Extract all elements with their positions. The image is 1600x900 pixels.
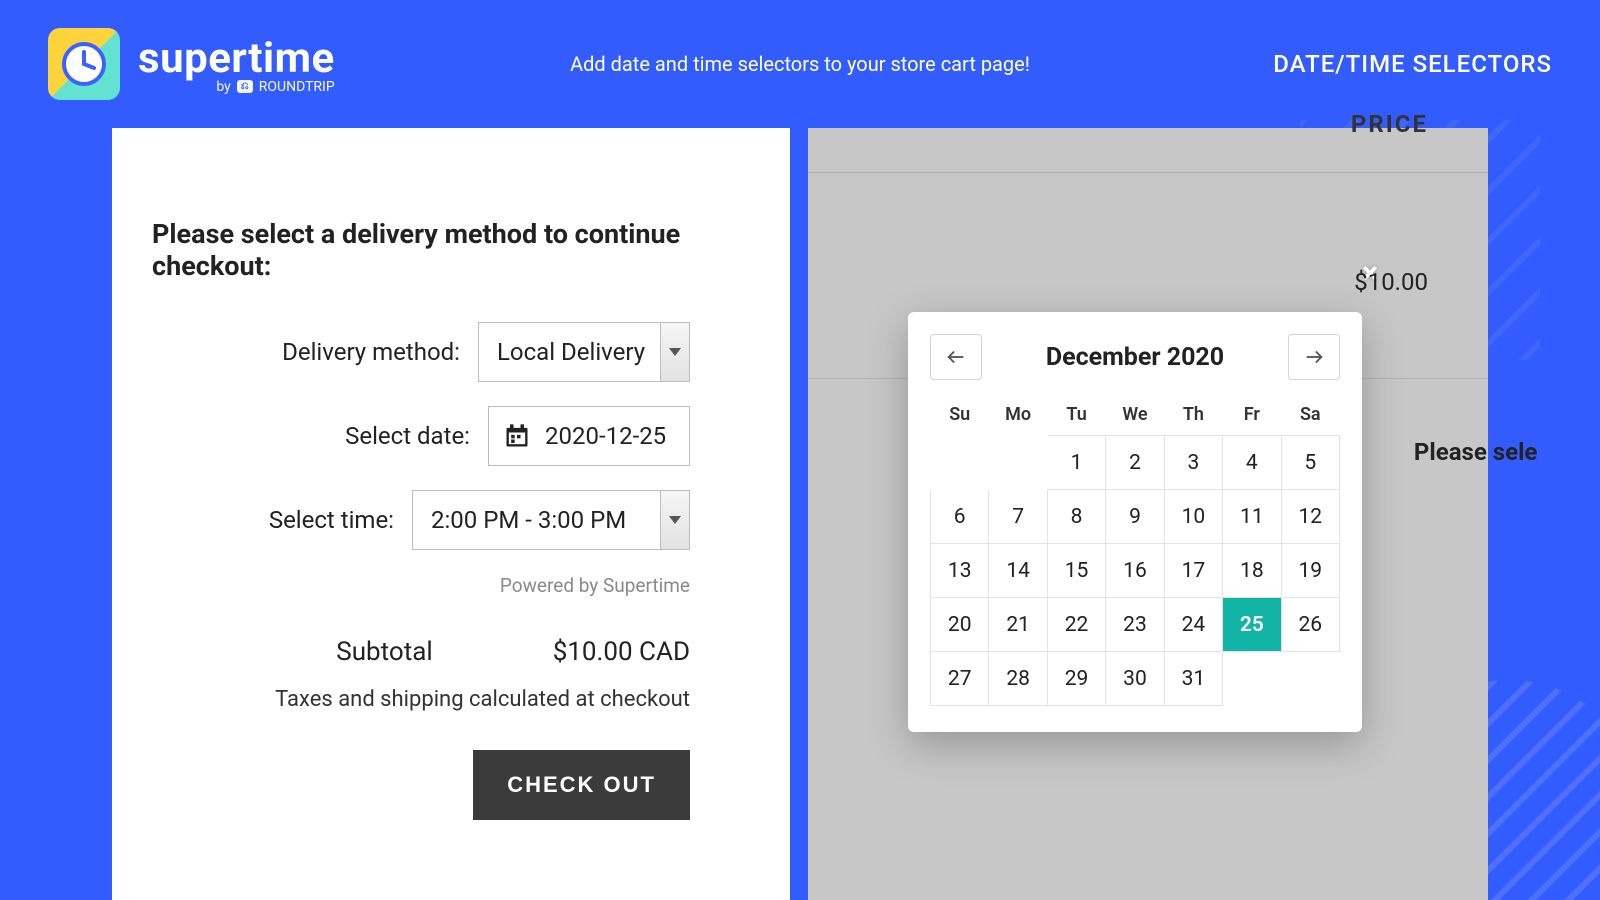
date-value: 2020-12-25 <box>545 422 666 450</box>
clock-icon <box>48 28 120 100</box>
tagline: Add date and time selectors to your stor… <box>570 52 1030 76</box>
subtotal-label: Subtotal <box>336 637 432 667</box>
calendar-day[interactable]: 16 <box>1106 544 1164 598</box>
select-time-row: Select time: 2:00 PM - 3:00 PM <box>152 490 750 550</box>
app-header: supertime by ⎌ ROUNDTRIP Add date and ti… <box>0 0 1600 128</box>
calendar-empty-cell <box>1223 652 1281 706</box>
select-date-row: Select date: 2020-12-25 <box>152 406 750 466</box>
chevron-down-icon <box>669 348 681 356</box>
weekday-header: We <box>1106 394 1164 436</box>
select-time-label: Select time: <box>269 506 394 534</box>
calendar-day[interactable]: 19 <box>1281 544 1339 598</box>
calendar-day[interactable]: 14 <box>989 544 1047 598</box>
calendar-day[interactable]: 12 <box>1281 490 1339 544</box>
calendar-day[interactable]: 6 <box>931 490 989 544</box>
weekday-header: Sa <box>1281 394 1339 436</box>
powered-by: Powered by Supertime <box>152 574 750 597</box>
roundtrip-badge-icon: ⎌ <box>237 80 253 93</box>
calendar-day[interactable]: 29 <box>1047 652 1105 706</box>
weekday-header: Su <box>931 394 989 436</box>
calendar-day[interactable]: 8 <box>1047 490 1105 544</box>
calendar-day[interactable]: 30 <box>1106 652 1164 706</box>
calendar-day[interactable]: 5 <box>1281 436 1339 490</box>
time-value: 2:00 PM - 3:00 PM <box>431 506 626 534</box>
calendar-empty-cell <box>1281 652 1339 706</box>
calendar-day[interactable]: 24 <box>1164 598 1222 652</box>
calendar-day[interactable]: 28 <box>989 652 1047 706</box>
calendar-day[interactable]: 11 <box>1223 490 1281 544</box>
header-section-label: DATE/TIME SELECTORS <box>1273 50 1552 78</box>
delivery-method-value: Local Delivery <box>497 338 645 366</box>
calendar-day[interactable]: 7 <box>989 490 1047 544</box>
calendar-empty-cell <box>931 436 989 490</box>
delivery-method-label: Delivery method: <box>282 338 460 366</box>
calendar-day[interactable]: 18 <box>1223 544 1281 598</box>
weekday-header: Fr <box>1223 394 1281 436</box>
line-item-price: $10.00 <box>1354 268 1428 296</box>
delivery-method-select[interactable]: Local Delivery <box>478 322 690 382</box>
calendar-day[interactable]: 17 <box>1164 544 1222 598</box>
chevron-down-icon <box>669 516 681 524</box>
checkout-button[interactable]: CHECK OUT <box>473 750 690 820</box>
arrow-right-icon <box>1303 346 1325 368</box>
calendar-day[interactable]: 25 <box>1223 598 1281 652</box>
weekday-header: Tu <box>1047 394 1105 436</box>
arrow-left-icon <box>945 346 967 368</box>
date-input[interactable]: 2020-12-25 <box>488 406 690 466</box>
time-select[interactable]: 2:00 PM - 3:00 PM <box>412 490 690 550</box>
calendar-day[interactable]: 4 <box>1223 436 1281 490</box>
calendar-day[interactable]: 2 <box>1106 436 1164 490</box>
calendar-day[interactable]: 27 <box>931 652 989 706</box>
date-picker-popover: December 2020 SuMoTuWeThFrSa 12345678910… <box>908 312 1362 732</box>
calendar-empty-cell <box>989 436 1047 490</box>
calendar-day[interactable]: 31 <box>1164 652 1222 706</box>
calendar-day[interactable]: 23 <box>1106 598 1164 652</box>
brand-name: supertime <box>138 34 335 83</box>
subtotal-row: Subtotal $10.00 CAD <box>152 637 750 667</box>
prev-month-button[interactable] <box>930 334 982 380</box>
calendar-day[interactable]: 10 <box>1164 490 1222 544</box>
calendar-day[interactable]: 13 <box>931 544 989 598</box>
brand-byline: by ⎌ ROUNDTRIP <box>216 79 334 95</box>
delivery-prompt: Please select a delivery method to conti… <box>152 218 750 282</box>
price-column-header: PRICE <box>1351 110 1428 138</box>
calendar-day[interactable]: 26 <box>1281 598 1339 652</box>
calendar-day[interactable]: 15 <box>1047 544 1105 598</box>
calendar-month-title: December 2020 <box>1046 343 1224 372</box>
checkout-panel: Please select a delivery method to conti… <box>112 128 790 900</box>
calendar-day[interactable]: 1 <box>1047 436 1105 490</box>
weekday-header: Mo <box>989 394 1047 436</box>
truncated-prompt: Please sele <box>1414 438 1537 466</box>
calendar-grid: SuMoTuWeThFrSa 1234567891011121314151617… <box>930 394 1340 706</box>
next-month-button[interactable] <box>1288 334 1340 380</box>
select-date-label: Select date: <box>345 422 470 450</box>
tax-note: Taxes and shipping calculated at checkou… <box>152 687 750 712</box>
calendar-day[interactable]: 22 <box>1047 598 1105 652</box>
calendar-icon <box>503 422 531 450</box>
delivery-method-row: Delivery method: Local Delivery <box>152 322 750 382</box>
calendar-day[interactable]: 3 <box>1164 436 1222 490</box>
calendar-day[interactable]: 20 <box>931 598 989 652</box>
calendar-day[interactable]: 21 <box>989 598 1047 652</box>
brand-block: supertime by ⎌ ROUNDTRIP <box>48 28 335 100</box>
cart-backdrop-panel: PRICE × $10.00 Please sele December 2020… <box>808 128 1488 900</box>
divider <box>808 172 1488 173</box>
weekday-header: Th <box>1164 394 1222 436</box>
byline-prefix: by <box>216 79 230 95</box>
subtotal-value: $10.00 CAD <box>553 637 690 667</box>
calendar-day[interactable]: 9 <box>1106 490 1164 544</box>
byline-brand: ROUNDTRIP <box>259 79 335 95</box>
